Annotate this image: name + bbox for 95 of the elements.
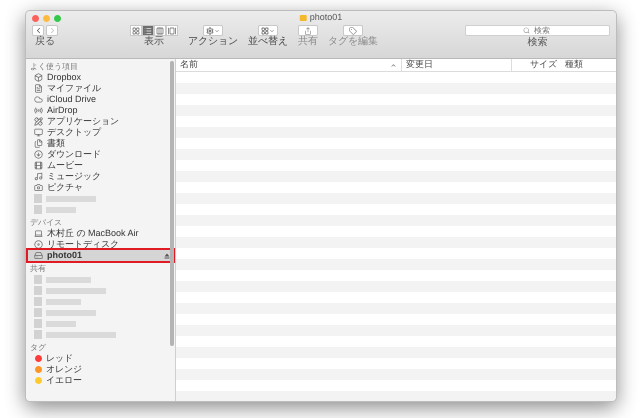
sidebar-item[interactable]: ムービー (28, 160, 173, 171)
toolbar-label: 検索 (528, 37, 548, 49)
broadcast-icon (34, 106, 43, 115)
sidebar-heading: よく使う項目 (29, 61, 79, 72)
column-heading[interactable]: 名前 (176, 59, 401, 71)
toolbar-label: 戻る (35, 36, 55, 48)
tag-icon (349, 26, 357, 34)
toolbar-label: タグを編集 (328, 36, 378, 48)
view-mode-button[interactable] (154, 25, 166, 36)
list-icon (144, 26, 152, 34)
sidebar-label: レッド (46, 353, 73, 364)
sidebar-item[interactable]: 書類 (28, 138, 173, 149)
documents-icon (34, 139, 43, 148)
download-icon (34, 150, 43, 159)
sidebar-item[interactable]: AirDrop (28, 105, 173, 116)
view-mode-button[interactable] (166, 25, 178, 36)
window-title: photo01 (310, 11, 342, 24)
grid-icon (261, 26, 269, 34)
pencil-ruler-icon (34, 117, 43, 126)
sidebar-item[interactable]: リモートディスク (28, 239, 173, 250)
sidebar-label: デスクトップ (47, 127, 101, 138)
blurred-label (46, 298, 81, 304)
cloud-icon (34, 95, 43, 104)
close-button[interactable] (32, 14, 39, 22)
view-mode-button[interactable] (142, 25, 154, 36)
camera-icon (34, 183, 43, 192)
sidebar-heading: デバイス (29, 217, 63, 228)
laptop-icon (34, 229, 43, 238)
document-icon (34, 84, 43, 93)
sidebar-item[interactable]: ミュージック (28, 171, 173, 182)
column-heading[interactable]: 変更日 (401, 59, 511, 71)
column-heading[interactable]: 種類 (561, 59, 616, 71)
toolbar-button[interactable] (258, 25, 278, 36)
scrollbar[interactable] (170, 61, 174, 346)
blurred-label (46, 276, 91, 282)
hard-drive-icon (34, 251, 43, 260)
sidebar-item[interactable]: マイファイル (28, 83, 173, 94)
sidebar-label: ミュージック (47, 171, 101, 182)
sidebar-item[interactable]: イエロー (28, 375, 173, 386)
eject-icon[interactable] (164, 252, 170, 258)
toolbar-label: アクション (188, 36, 238, 48)
toolbar-label: 並べ替え (248, 36, 288, 48)
music-note-icon (34, 172, 43, 181)
sidebar-item[interactable]: デスクトップ (28, 127, 173, 138)
sidebar-heading: 共有 (29, 263, 47, 274)
search-icon (523, 27, 530, 34)
sidebar-label: ムービー (47, 160, 83, 171)
sidebar-heading: タグ (29, 342, 47, 353)
box-icon (34, 73, 43, 82)
view-mode-button[interactable] (130, 25, 142, 36)
sidebar-item[interactable]: Dropbox (28, 72, 173, 83)
share-icon (304, 26, 312, 34)
sidebar-item[interactable]: 木村丘 の MacBook Air (28, 228, 173, 239)
sidebar-label: アプリケーション (47, 116, 119, 127)
blurred-label (46, 196, 96, 202)
search-field[interactable]: 検索 (465, 25, 610, 36)
sidebar-label: photo01 (47, 250, 82, 261)
caret-icon (214, 28, 220, 34)
column-heading[interactable]: サイズ (511, 59, 561, 71)
sidebar-label: ダウンロード (47, 149, 101, 160)
sidebar-label: イエロー (46, 375, 82, 386)
sidebar-item[interactable]: オレンジ (28, 364, 173, 375)
sidebar-item[interactable]: ピクチャ (28, 182, 173, 193)
sidebar-item[interactable]: アプリケーション (28, 116, 173, 127)
columns-icon (156, 26, 164, 34)
monitor-icon (34, 128, 43, 137)
sidebar-label: Dropbox (47, 72, 82, 83)
sidebar-label: 木村丘 の MacBook Air (47, 228, 139, 239)
toolbar-label: 表示 (144, 36, 164, 48)
sidebar-label: ピクチャ (47, 182, 83, 193)
blurred-label (46, 310, 96, 316)
sidebar-label: AirDrop (47, 105, 78, 116)
gallery-icon (168, 26, 176, 34)
caret-icon (269, 28, 275, 34)
back-button[interactable] (32, 25, 44, 36)
blurred-label (46, 288, 106, 294)
sidebar-label: iCloud Drive (47, 94, 96, 105)
film-icon (34, 161, 43, 170)
sidebar-label: 書類 (47, 138, 65, 149)
drive-icon (300, 15, 307, 21)
gear-icon (206, 26, 214, 34)
sidebar-item[interactable]: レッド (28, 353, 173, 364)
blurred-label (46, 206, 76, 212)
sidebar-label: リモートディスク (47, 239, 119, 250)
grid-icon (132, 26, 140, 34)
sidebar-item[interactable]: ダウンロード (28, 149, 173, 160)
toolbar-label: 共有 (298, 36, 318, 48)
sidebar-label: オレンジ (46, 364, 82, 375)
sidebar-item[interactable]: photo01 (28, 250, 173, 261)
sidebar-item[interactable]: iCloud Drive (28, 94, 173, 105)
sidebar-label: マイファイル (47, 83, 101, 94)
blurred-label (46, 320, 76, 326)
blurred-label (46, 332, 116, 338)
disc-icon (34, 240, 43, 249)
toolbar-button[interactable] (203, 25, 223, 36)
